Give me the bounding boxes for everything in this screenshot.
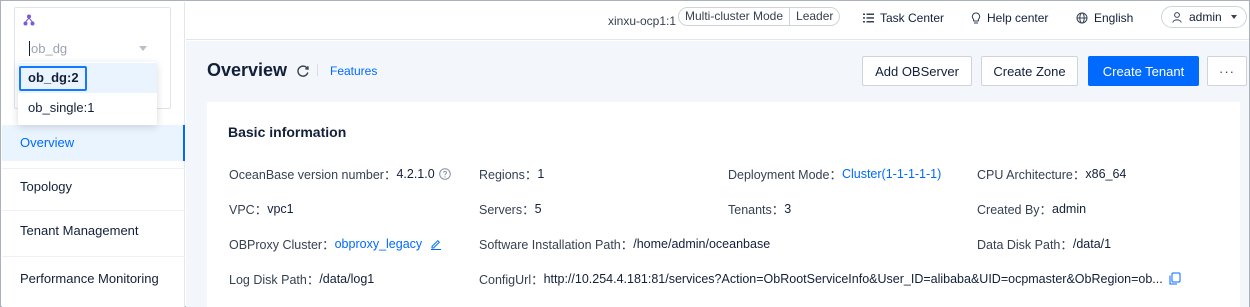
- create-tenant-button[interactable]: Create Tenant: [1088, 56, 1199, 86]
- field-install-path: Software Installation Path： /home/admin/…: [479, 234, 770, 253]
- create-zone-button[interactable]: Create Zone: [981, 56, 1078, 86]
- refresh-icon[interactable]: [296, 64, 310, 78]
- username: admin: [1189, 10, 1222, 24]
- field-vpc: VPC： vpc1: [229, 199, 294, 218]
- field-label: VPC：: [229, 203, 268, 217]
- deployment-mode-link[interactable]: Cluster(1-1-1-1-1): [842, 167, 941, 181]
- list-icon: [863, 13, 874, 23]
- field-value: /data/log1: [319, 271, 375, 286]
- field-deployment-mode: Deployment Mode： Cluster(1-1-1-1-1): [728, 164, 941, 183]
- chevron-down-icon[interactable]: [139, 46, 147, 51]
- sidebar-item-topology[interactable]: Topology: [2, 172, 185, 202]
- features-link[interactable]: Features: [330, 64, 377, 78]
- text-cursor: [29, 41, 30, 56]
- dropdown-option-ob-single[interactable]: ob_single:1: [18, 93, 157, 123]
- field-value: x86_64: [1085, 166, 1127, 181]
- field-label: Servers：: [479, 203, 535, 217]
- role-label: Leader: [796, 9, 834, 23]
- sidebar-item-tenant-management[interactable]: Tenant Management: [2, 216, 185, 246]
- field-obproxy-cluster: OBProxy Cluster： obproxy_legacy: [229, 234, 442, 253]
- main-content: Overview Features Add OBServer Create Zo…: [186, 41, 1249, 307]
- task-center-link[interactable]: Task Center: [863, 11, 944, 25]
- field-config-url: ConfigUrl： http://10.254.4.181:81/servic…: [479, 269, 1181, 288]
- dropdown-option-label: ob_single:1: [28, 100, 95, 115]
- field-label: ConfigUrl：: [479, 273, 544, 287]
- title-row: Overview: [207, 60, 310, 81]
- field-label: Created By：: [977, 203, 1053, 217]
- section-title: Basic information: [228, 124, 347, 140]
- field-tenants: Tenants： 3: [728, 199, 791, 218]
- info-icon[interactable]: [438, 167, 451, 180]
- mode-label: Multi-cluster Mode: [679, 8, 791, 25]
- field-value: /data/1: [1072, 236, 1112, 251]
- field-label: OceanBase version number：: [229, 168, 397, 182]
- field-value: /home/admin/oceanbase: [633, 236, 771, 251]
- copy-icon[interactable]: [1169, 272, 1181, 285]
- field-value: 4.2.1.0: [396, 166, 435, 181]
- add-observer-button[interactable]: Add OBServer: [862, 56, 972, 86]
- sidebar-item-overview[interactable]: Overview: [2, 125, 185, 161]
- field-label: CPU Architecture：: [977, 168, 1086, 182]
- top-header: xinxu-ocp1:1 Multi-cluster Mode Leader T…: [186, 2, 1249, 40]
- field-label: Regions：: [479, 168, 538, 182]
- edit-icon[interactable]: [430, 238, 442, 250]
- field-data-disk-path: Data Disk Path： /data/1: [977, 234, 1111, 253]
- mode-badge: Multi-cluster Mode Leader: [678, 7, 841, 26]
- field-label: Log Disk Path：: [229, 273, 320, 287]
- task-center-label: Task Center: [880, 11, 945, 25]
- app-window: ob_dg ob_dg:2 ob_single:1 Overview Topol…: [0, 0, 1250, 307]
- current-cluster-name: xinxu-ocp1:1: [608, 14, 677, 28]
- field-value: admin: [1052, 201, 1087, 216]
- field-label: Deployment Mode：: [728, 168, 842, 182]
- field-created-by: Created By： admin: [977, 199, 1086, 218]
- user-icon: [1172, 11, 1182, 23]
- title-divider: [317, 64, 318, 76]
- field-servers: Servers： 5: [479, 199, 542, 218]
- field-label: Software Installation Path：: [479, 238, 634, 252]
- field-value: 1: [537, 166, 545, 181]
- field-label: Tenants：: [728, 203, 785, 217]
- cluster-select[interactable]: ob_dg: [29, 38, 149, 58]
- field-value: 5: [534, 201, 542, 216]
- caret-down-icon: [1230, 15, 1237, 19]
- obproxy-cluster-link[interactable]: obproxy_legacy: [335, 237, 423, 251]
- cluster-topology-icon: [23, 14, 35, 26]
- sidebar-item-performance-monitoring[interactable]: Performance Monitoring: [2, 264, 185, 294]
- language-label: English: [1094, 11, 1134, 25]
- language-switcher[interactable]: English: [1076, 11, 1133, 25]
- nav-divider: [2, 210, 185, 211]
- more-actions-button[interactable]: ···: [1207, 56, 1247, 86]
- user-menu[interactable]: admin: [1161, 6, 1247, 28]
- help-center-label: Help center: [987, 11, 1049, 25]
- globe-icon: [1076, 12, 1088, 24]
- nav-divider: [2, 168, 185, 169]
- field-value: http://10.254.4.181:81/services?Action=O…: [543, 271, 1163, 286]
- field-label: Data Disk Path：: [977, 238, 1073, 252]
- basic-info-card: Basic information OceanBase version numb…: [207, 102, 1240, 307]
- lightbulb-icon: [971, 12, 981, 24]
- field-log-disk-path: Log Disk Path： /data/log1: [229, 269, 374, 288]
- help-center-link[interactable]: Help center: [971, 11, 1048, 25]
- field-version: OceanBase version number： 4.2.1.0: [229, 164, 451, 183]
- field-value: vpc1: [267, 201, 294, 216]
- field-cpu-architecture: CPU Architecture： x86_64: [977, 164, 1126, 183]
- sidebar: ob_dg ob_dg:2 ob_single:1 Overview Topol…: [2, 2, 185, 307]
- nav-divider: [2, 256, 185, 257]
- page-title: Overview: [207, 60, 288, 80]
- cluster-select-value: ob_dg: [31, 41, 68, 56]
- field-label: OBProxy Cluster：: [229, 238, 335, 252]
- field-value: 3: [784, 201, 792, 216]
- field-regions: Regions： 1: [479, 164, 544, 183]
- selection-highlight: [19, 66, 87, 91]
